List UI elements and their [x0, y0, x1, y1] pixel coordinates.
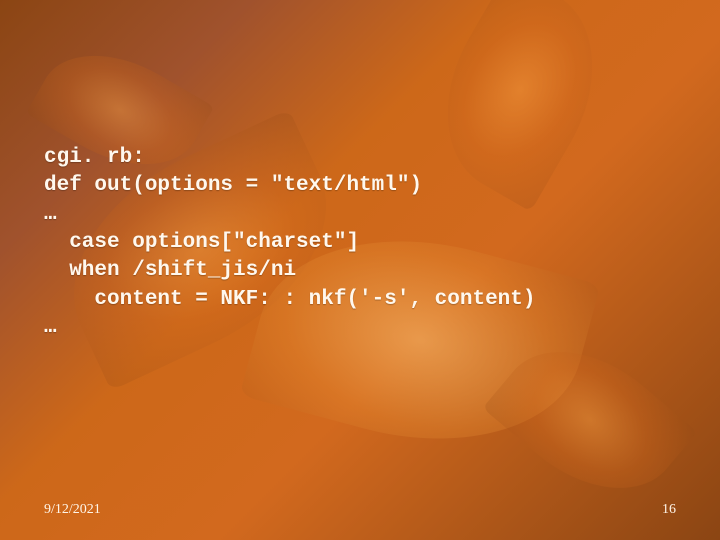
footer-date: 9/12/2021 [44, 502, 101, 518]
slide-footer: 9/12/2021 16 [44, 502, 676, 518]
code-line-6: content = NKF: : nkf('-s', content) [44, 288, 535, 311]
slide: cgi. rb: def out(options = "text/html") … [0, 0, 720, 540]
code-line-3: … [44, 203, 57, 226]
code-line-7: … [44, 316, 57, 339]
code-line-2: def out(options = "text/html") [44, 174, 422, 197]
footer-page-number: 16 [662, 502, 676, 518]
code-line-1: cgi. rb: [44, 146, 145, 169]
code-line-4: case options["charset"] [44, 231, 359, 254]
code-line-5: when /shift_jis/ni [44, 259, 296, 282]
code-block: cgi. rb: def out(options = "text/html") … [44, 144, 700, 342]
